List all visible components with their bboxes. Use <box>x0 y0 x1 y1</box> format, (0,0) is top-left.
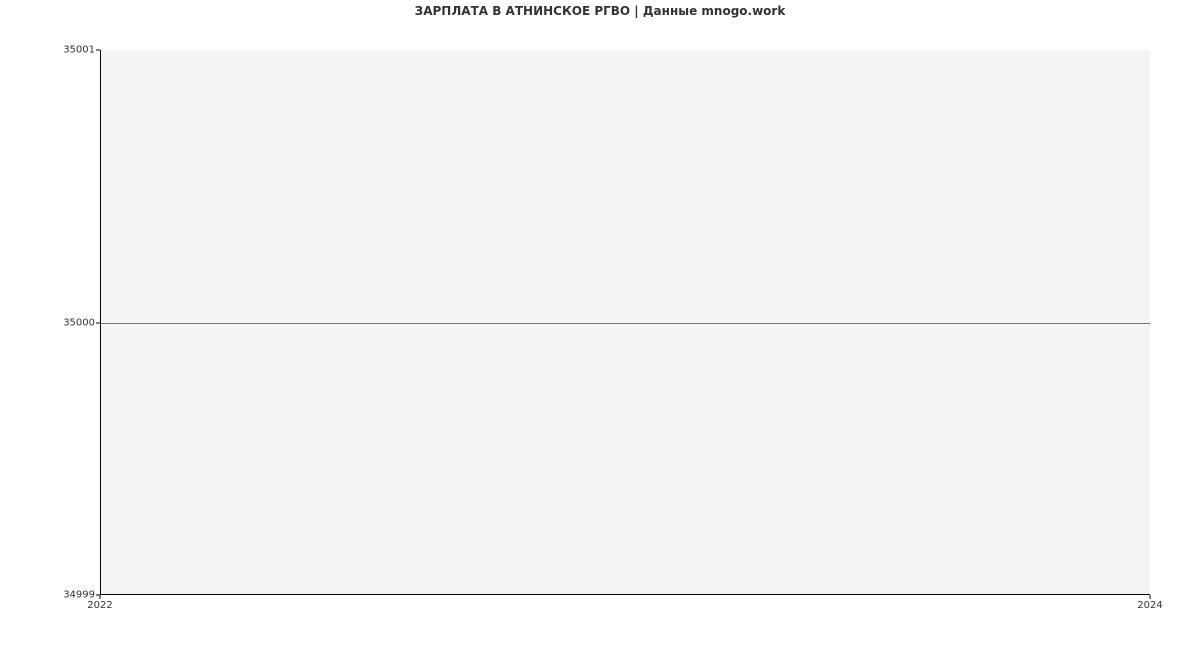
chart-title: ЗАРПЛАТА В АТНИНСКОЕ РГВО | Данные mnogo… <box>0 4 1200 18</box>
chart-container: ЗАРПЛАТА В АТНИНСКОЕ РГВО | Данные mnogo… <box>0 0 1200 650</box>
y-tick-label: 34999 <box>5 590 95 601</box>
y-tick-label: 35001 <box>5 45 95 56</box>
x-tick-label: 2022 <box>87 600 112 611</box>
x-tick-label: 2024 <box>1137 600 1162 611</box>
y-tick-label: 35000 <box>5 317 95 328</box>
data-line <box>101 323 1150 324</box>
plot-area <box>100 50 1150 595</box>
x-tick-mark <box>100 595 101 599</box>
x-tick-mark <box>1150 595 1151 599</box>
